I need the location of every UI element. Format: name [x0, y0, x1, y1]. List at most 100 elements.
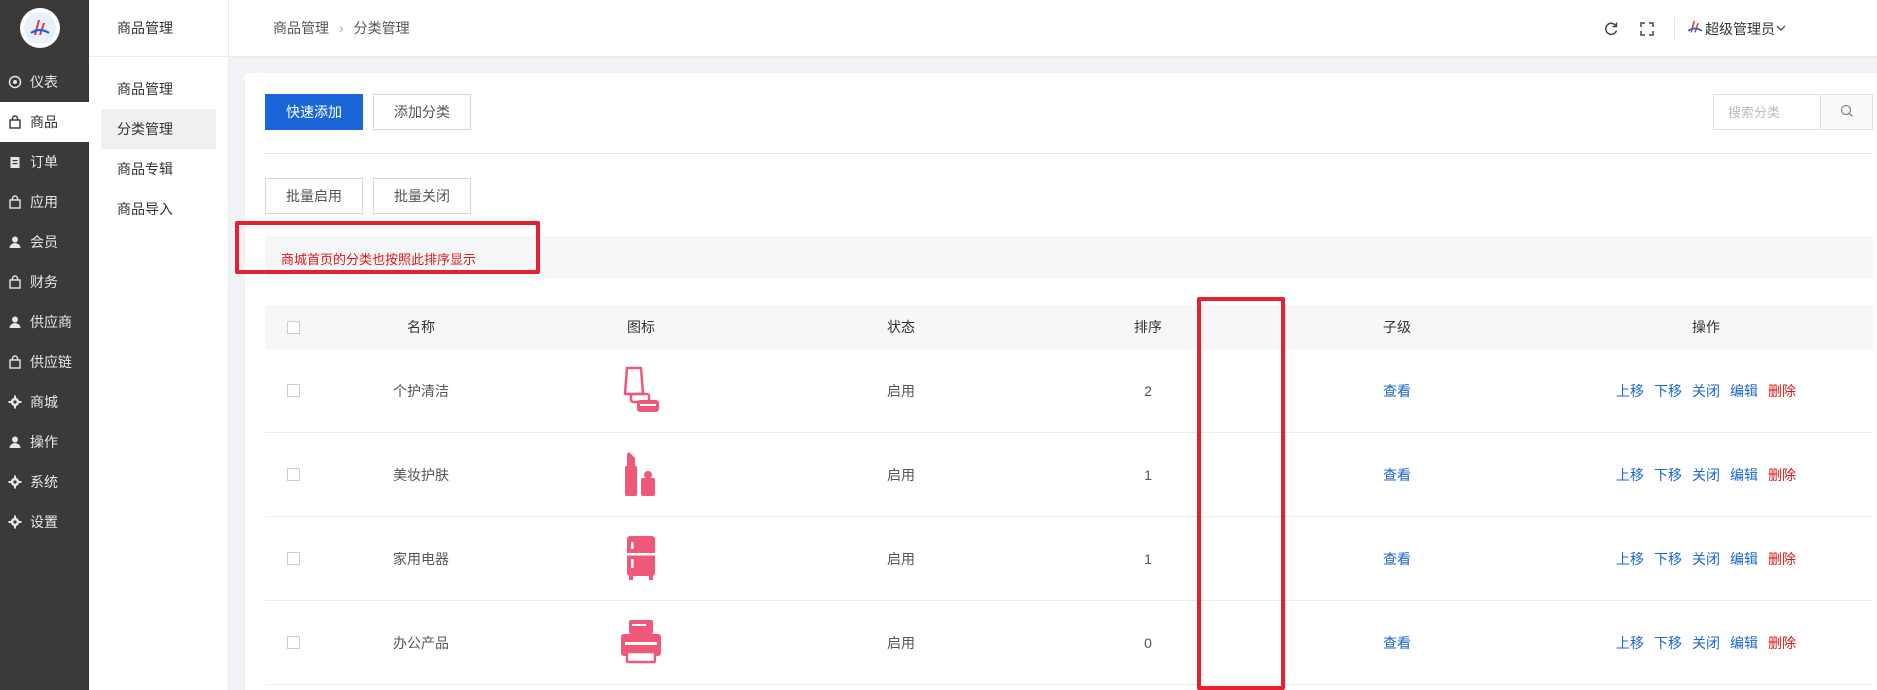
- sub-item-goods-manage[interactable]: 商品管理: [101, 69, 216, 109]
- nav-item-suppliers[interactable]: 供应商: [0, 302, 89, 342]
- quick-add-button[interactable]: 快速添加: [265, 94, 363, 130]
- view-children-link[interactable]: 查看: [1383, 635, 1411, 651]
- move-up-link[interactable]: 上移: [1616, 465, 1644, 485]
- breadcrumb-item-current: 分类管理: [353, 20, 410, 36]
- chevron-down-icon: [1775, 21, 1787, 37]
- row-actions: 上移 下移 关闭 编辑 删除: [1539, 465, 1873, 485]
- lipstick-icon: [619, 448, 663, 501]
- nav-item-mall[interactable]: 商城: [0, 382, 89, 422]
- select-cell: [265, 636, 321, 649]
- move-down-link[interactable]: 下移: [1654, 549, 1682, 569]
- category-name: 美妆护肤: [393, 466, 449, 483]
- row-checkbox[interactable]: [286, 636, 300, 649]
- add-category-button[interactable]: 添加分类: [373, 94, 471, 130]
- move-down-link[interactable]: 下移: [1654, 465, 1682, 485]
- row-actions: 上移 下移 关闭 编辑 删除: [1539, 381, 1873, 401]
- delete-link[interactable]: 删除: [1768, 465, 1796, 485]
- search-input[interactable]: [1714, 95, 1820, 129]
- nav-label: 商城: [30, 394, 58, 410]
- sub-item-goods-import[interactable]: 商品导入: [101, 189, 216, 229]
- move-up-link[interactable]: 上移: [1616, 633, 1644, 653]
- close-link[interactable]: 关闭: [1692, 633, 1720, 653]
- user-menu[interactable]: 超级管理员: [1674, 17, 1787, 40]
- delete-link[interactable]: 删除: [1768, 633, 1796, 653]
- chevron-right-icon: ›: [339, 20, 344, 36]
- view-children-link[interactable]: 查看: [1383, 551, 1411, 567]
- nav-item-dashboard[interactable]: 仪表: [0, 62, 89, 102]
- view-children-link[interactable]: 查看: [1383, 467, 1411, 483]
- move-down-link[interactable]: 下移: [1654, 633, 1682, 653]
- lotion-icon: [619, 364, 663, 417]
- child-cell: 查看: [1255, 633, 1539, 653]
- main-sidebar: 仪表 商品 订单 应用 会员 财务 供应商 供应链 商城 操作 系统 设置: [0, 0, 89, 690]
- edit-link[interactable]: 编辑: [1730, 633, 1758, 653]
- gear-icon: [8, 475, 22, 489]
- search-box: [1713, 94, 1873, 130]
- select-cell: [265, 552, 321, 565]
- row-actions: 上移 下移 关闭 编辑 删除: [1539, 549, 1873, 569]
- status-text: 启用: [887, 550, 915, 567]
- printer-icon: [617, 616, 665, 669]
- nav-item-apps[interactable]: 应用: [0, 182, 89, 222]
- child-cell: 查看: [1255, 549, 1539, 569]
- table-row: 办公产品 启用 0 查看 上移 下移 关闭 编辑 删除: [265, 601, 1873, 685]
- table-row: 美妆护肤 启用 1 查看 上移 下移 关闭 编辑 删除: [265, 433, 1873, 517]
- nav-item-settings[interactable]: 设置: [0, 502, 89, 542]
- nav-item-finance[interactable]: 财务: [0, 262, 89, 302]
- select-all-checkbox[interactable]: [286, 320, 300, 334]
- category-icon-cell: [521, 448, 761, 501]
- user-icon: [8, 435, 22, 449]
- sub-item-goods-album[interactable]: 商品专辑: [101, 149, 216, 189]
- dashboard-icon: [8, 75, 22, 89]
- sub-item-category-manage[interactable]: 分类管理: [101, 109, 216, 149]
- row-checkbox[interactable]: [286, 468, 300, 481]
- close-link[interactable]: 关闭: [1692, 549, 1720, 569]
- batch-enable-button[interactable]: 批量启用: [265, 178, 363, 214]
- search-button[interactable]: [1820, 95, 1872, 129]
- category-table: 名称 图标 状态 排序 子级 操作 个护清洁 启用 2 查看 上移 下移 关闭 …: [265, 305, 1873, 685]
- nav-item-operations[interactable]: 操作: [0, 422, 89, 462]
- bag-icon: [8, 195, 22, 209]
- nav-label: 设置: [30, 514, 58, 530]
- user-name: 超级管理员: [1705, 20, 1775, 37]
- nav-item-system[interactable]: 系统: [0, 462, 89, 502]
- logo[interactable]: [20, 8, 60, 48]
- nav-label: 应用: [30, 194, 58, 210]
- nav-item-orders[interactable]: 订单: [0, 142, 89, 182]
- highlight-box-tip: [235, 221, 540, 274]
- sub-sidebar: 商品管理 商品管理 分类管理 商品专辑 商品导入: [89, 0, 229, 690]
- child-cell: 查看: [1255, 465, 1539, 485]
- fullscreen-icon[interactable]: [1638, 20, 1656, 38]
- clipboard-icon: [8, 155, 22, 169]
- move-up-link[interactable]: 上移: [1616, 549, 1644, 569]
- nav-label: 供应商: [30, 314, 72, 330]
- header-select-cell: [265, 320, 321, 334]
- delete-link[interactable]: 删除: [1768, 549, 1796, 569]
- edit-link[interactable]: 编辑: [1730, 549, 1758, 569]
- status-text: 启用: [887, 466, 915, 483]
- app-root: 仪表 商品 订单 应用 会员 财务 供应商 供应链 商城 操作 系统 设置 商品…: [0, 0, 1877, 690]
- column-header: 状态: [887, 319, 915, 335]
- nav-item-supply-chain[interactable]: 供应链: [0, 342, 89, 382]
- move-down-link[interactable]: 下移: [1654, 381, 1682, 401]
- nav-item-members[interactable]: 会员: [0, 222, 89, 262]
- edit-link[interactable]: 编辑: [1730, 381, 1758, 401]
- nav-label: 会员: [30, 234, 58, 250]
- refresh-icon[interactable]: [1602, 20, 1620, 38]
- close-link[interactable]: 关闭: [1692, 465, 1720, 485]
- view-children-link[interactable]: 查看: [1383, 383, 1411, 399]
- delete-link[interactable]: 删除: [1768, 381, 1796, 401]
- row-checkbox[interactable]: [286, 552, 300, 565]
- nav-item-goods[interactable]: 商品: [0, 102, 89, 142]
- category-name: 个护清洁: [393, 382, 449, 399]
- breadcrumb: 商品管理 › 分类管理: [273, 0, 410, 57]
- breadcrumb-item[interactable]: 商品管理: [273, 20, 329, 36]
- close-link[interactable]: 关闭: [1692, 381, 1720, 401]
- row-checkbox[interactable]: [286, 384, 300, 397]
- fridge-icon: [619, 532, 663, 585]
- move-up-link[interactable]: 上移: [1616, 381, 1644, 401]
- batch-close-button[interactable]: 批量关闭: [373, 178, 471, 214]
- table-row: 家用电器 启用 1 查看 上移 下移 关闭 编辑 删除: [265, 517, 1873, 601]
- edit-link[interactable]: 编辑: [1730, 465, 1758, 485]
- column-header: 图标: [627, 319, 655, 335]
